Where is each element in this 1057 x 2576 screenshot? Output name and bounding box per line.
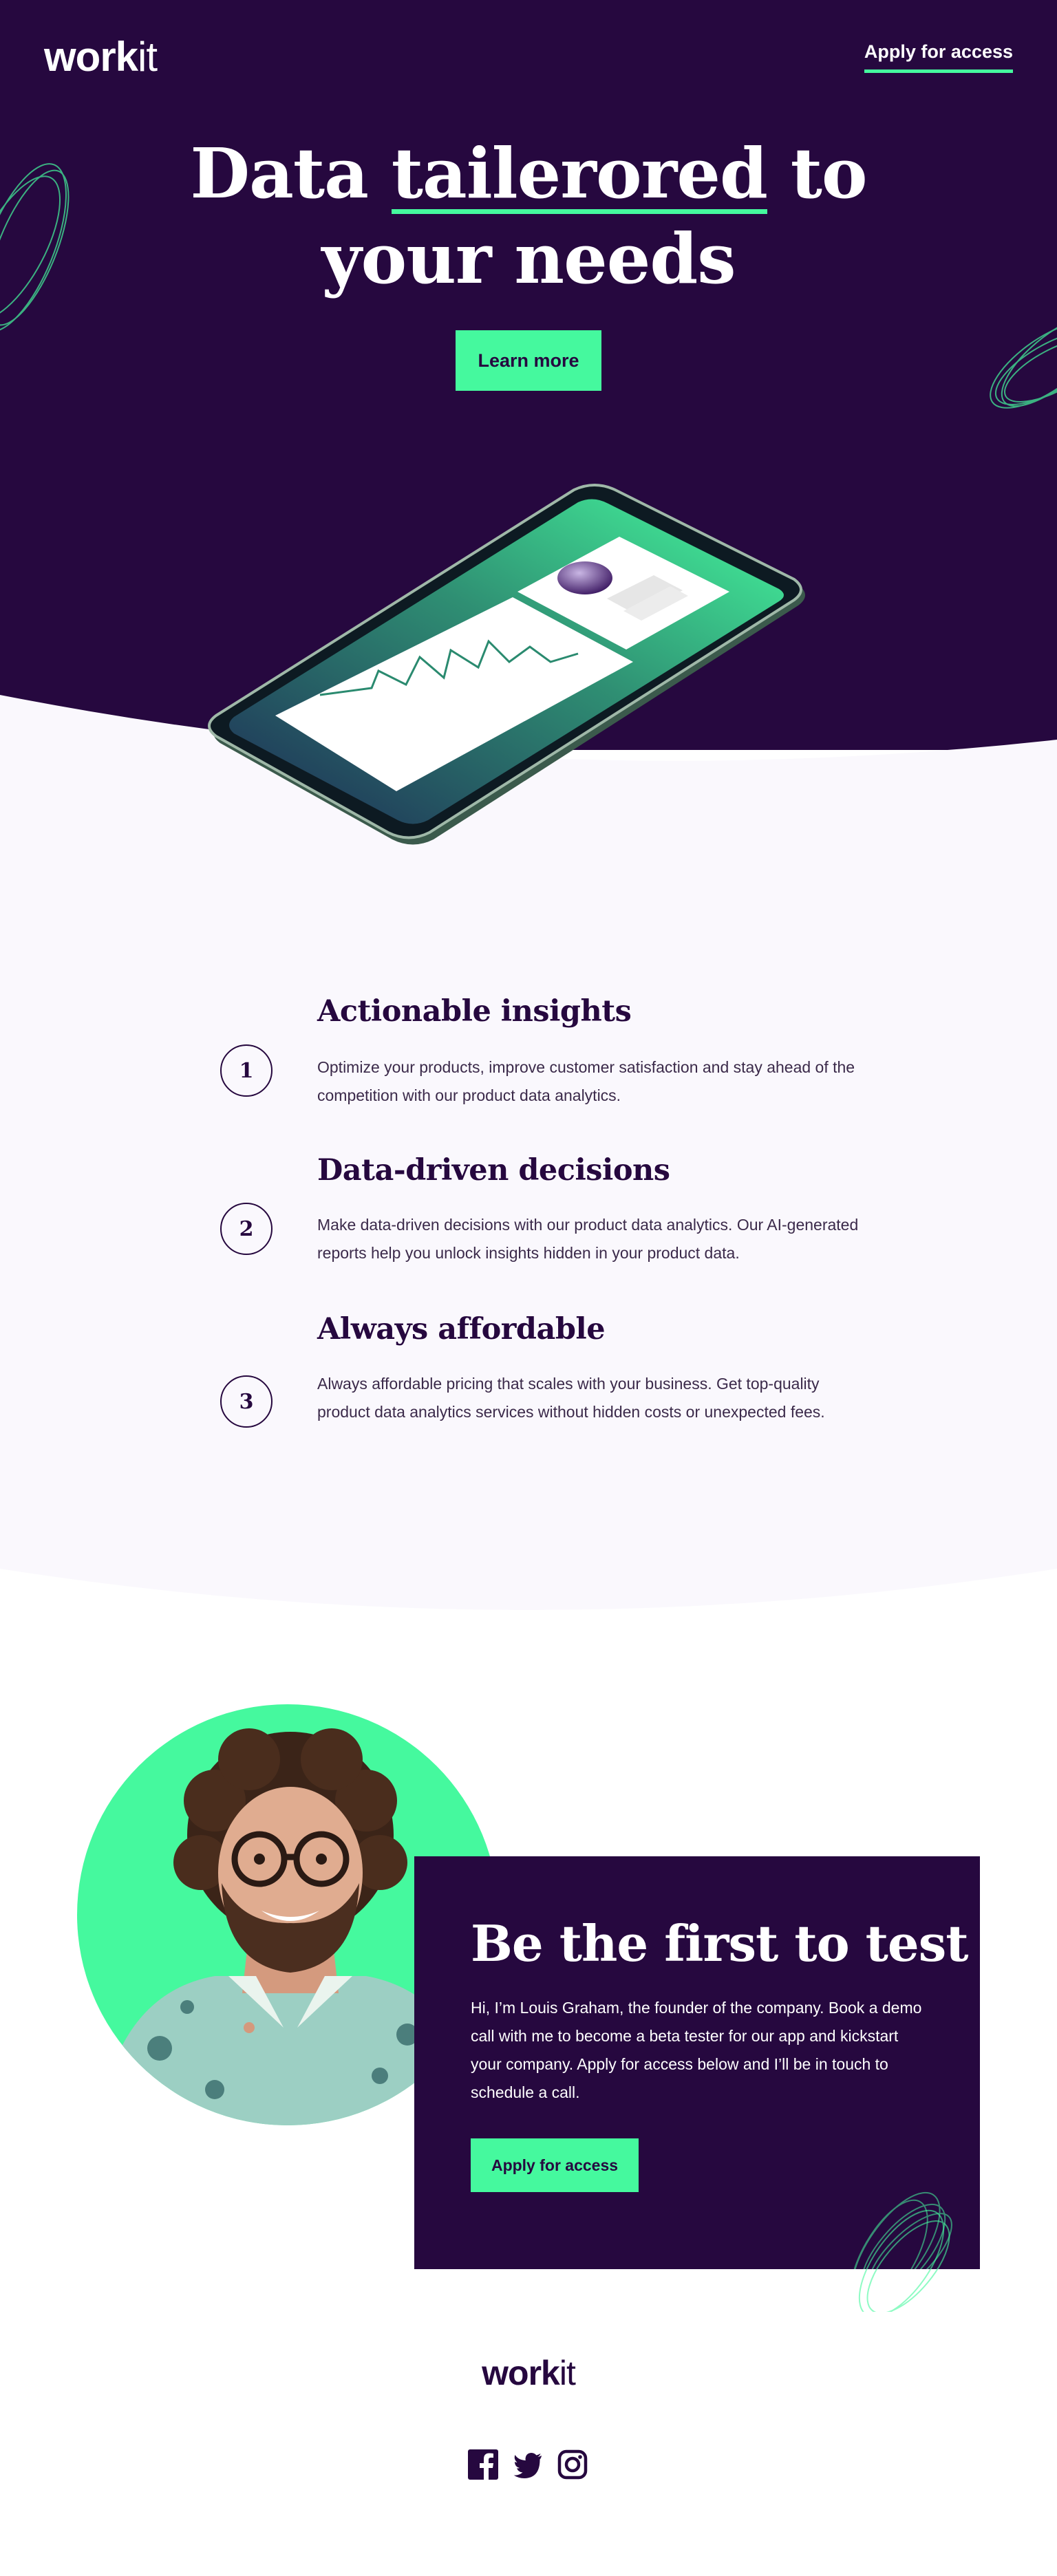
logo-bold: work [44, 34, 138, 80]
hero-title-pre: Data [190, 133, 392, 214]
footer-logo-bold: work [482, 2354, 560, 2392]
feature-title: Always affordable [317, 1312, 606, 1346]
swirl-decoration-right [990, 315, 1057, 409]
feature-text: Make data-driven decisions with our prod… [317, 1216, 859, 1262]
test-text: Hi, I’m Louis Graham, the founder of the… [471, 1999, 922, 2101]
feature-number: 1 [220, 1044, 273, 1097]
hero-title: Data tailerored to your needs [0, 131, 1057, 301]
hero-title-highlight: tailerored [391, 133, 768, 214]
feature-text: Always affordable pricing that scales wi… [317, 1375, 825, 1421]
logo-light: it [138, 34, 158, 80]
twitter-icon[interactable] [513, 2449, 543, 2480]
feature-title: Actionable insights [317, 994, 632, 1029]
feature-number: 3 [220, 1375, 273, 1428]
header-logo[interactable]: workit [44, 33, 158, 80]
nav-apply-link[interactable]: Apply for access [864, 41, 1013, 73]
footer-logo[interactable]: workit [0, 2353, 1057, 2393]
footer-logo-light: it [559, 2354, 576, 2392]
facebook-icon[interactable] [468, 2449, 498, 2480]
phone-illustration [208, 484, 805, 845]
hero-title-post: to [767, 133, 868, 214]
apply-for-access-button[interactable]: Apply for access [471, 2138, 639, 2192]
instagram-icon[interactable] [557, 2449, 588, 2480]
learn-more-button[interactable]: Learn more [456, 330, 601, 391]
feature-title: Data-driven decisions [317, 1153, 670, 1188]
test-title: Be the first to test [471, 1914, 969, 1973]
swirl-decoration-outside [858, 2209, 950, 2312]
feature-number: 2 [220, 1203, 273, 1255]
feature-text: Optimize your products, improve customer… [317, 1058, 855, 1104]
hero-title-line2: your needs [321, 218, 736, 299]
